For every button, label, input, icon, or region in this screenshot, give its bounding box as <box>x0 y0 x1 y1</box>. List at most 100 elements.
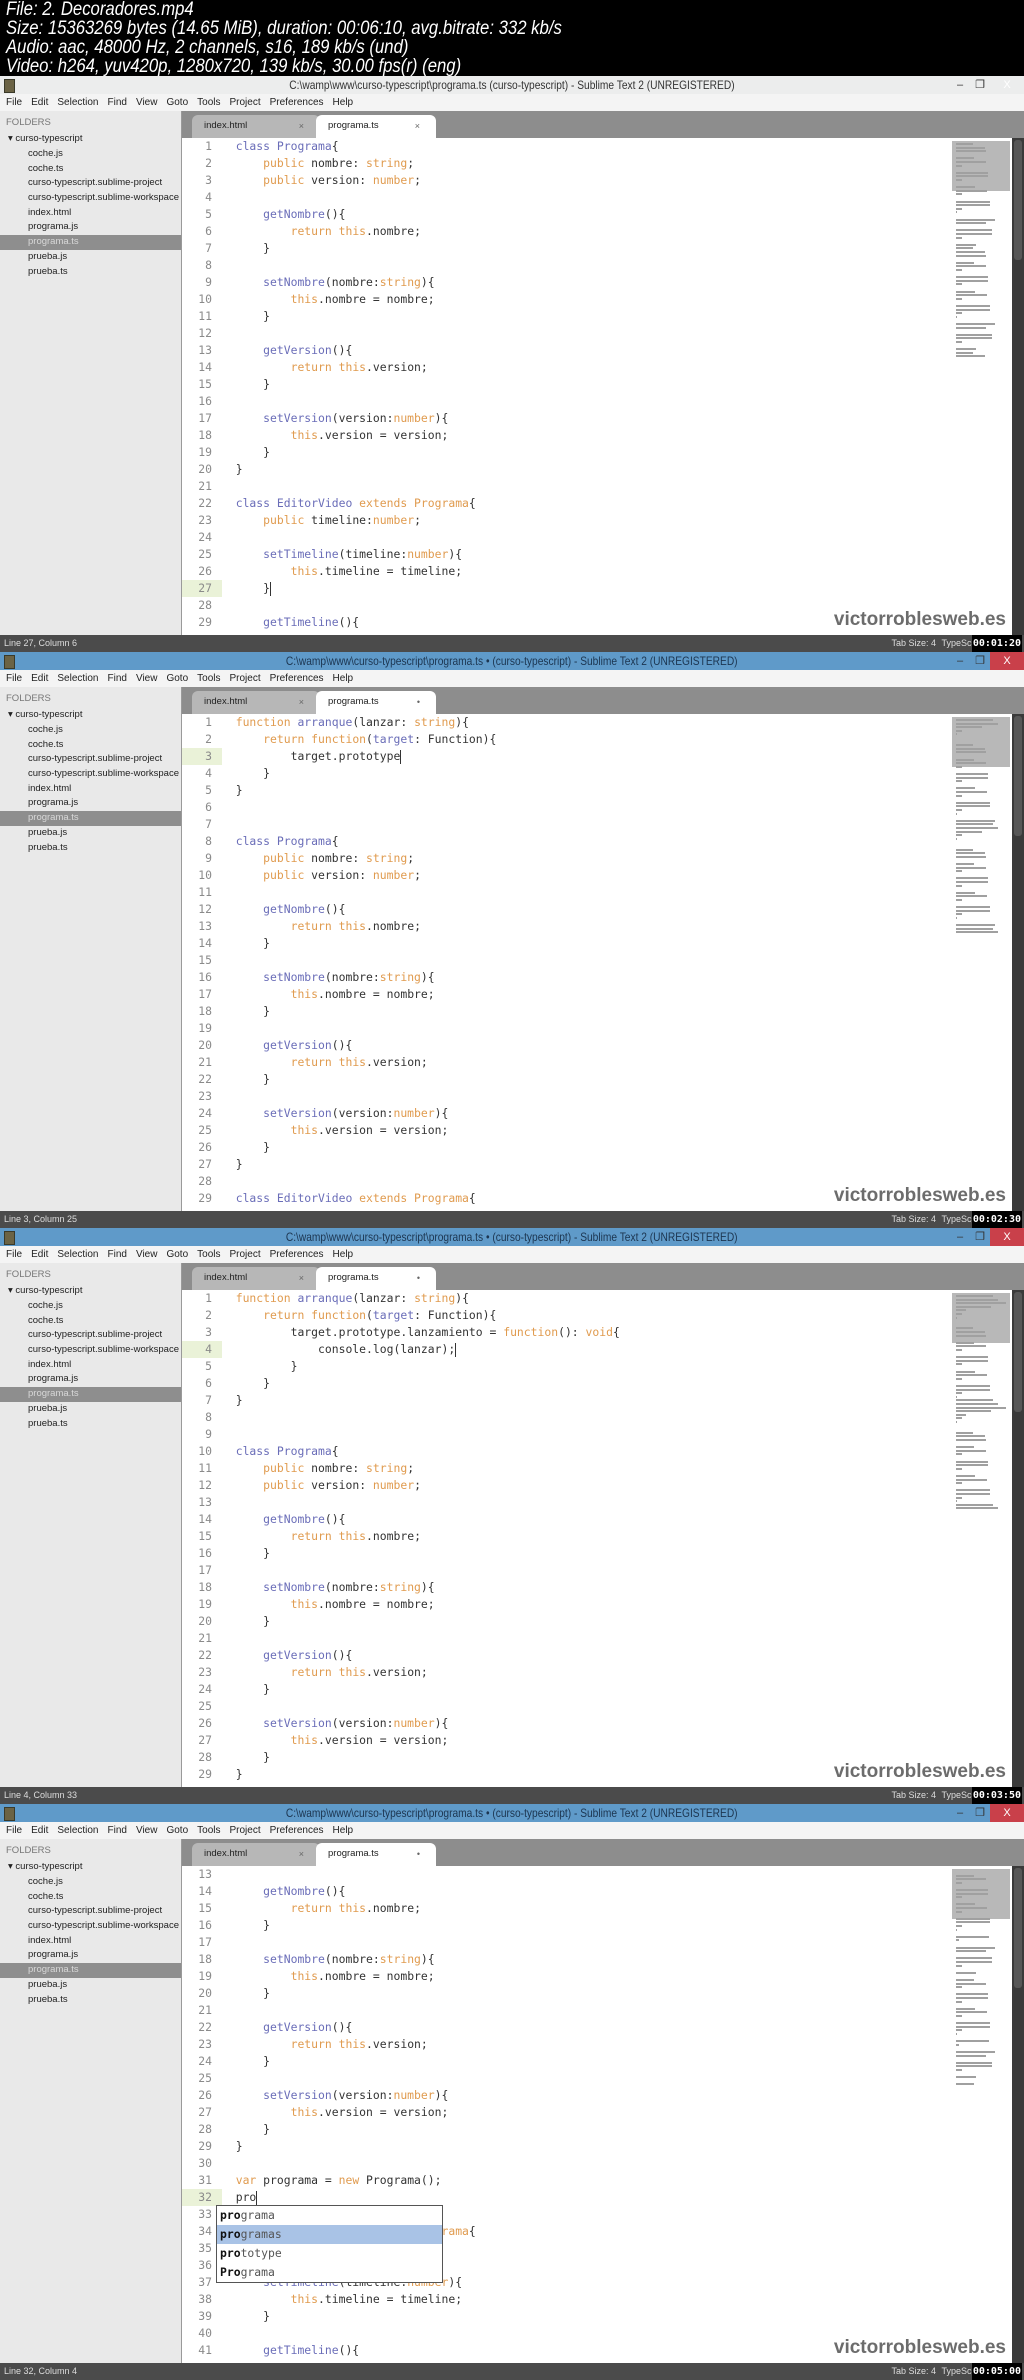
scrollbar[interactable] <box>1012 1866 1024 2363</box>
close-button[interactable]: X <box>990 76 1024 94</box>
sidebar-file[interactable]: coche.ts <box>0 1890 181 1905</box>
menu-file[interactable]: File <box>6 1246 22 1263</box>
sidebar-file[interactable]: prueba.ts <box>0 841 181 856</box>
menu-preferences[interactable]: Preferences <box>270 670 324 687</box>
scrollbar[interactable] <box>1012 1290 1024 1787</box>
menu-edit[interactable]: Edit <box>31 1822 48 1839</box>
folder-curso-typescript[interactable]: ▾ curso-typescript <box>8 709 181 723</box>
sidebar-file[interactable]: curso-typescript.sublime-workspace <box>0 191 181 206</box>
sidebar-file[interactable]: index.html <box>0 1934 181 1949</box>
sidebar-file[interactable]: programa.ts <box>0 811 181 826</box>
sidebar-file[interactable]: prueba.js <box>0 1402 181 1417</box>
scrollbar[interactable] <box>1012 714 1024 1211</box>
tab-close-icon[interactable]: × <box>299 1267 304 1289</box>
scrollbar-thumb[interactable] <box>1014 140 1022 260</box>
tab-programa-ts[interactable]: programa.ts • <box>316 1267 436 1290</box>
minimap[interactable] <box>952 141 1010 371</box>
scrollbar[interactable] <box>1012 138 1024 635</box>
menu-file[interactable]: File <box>6 670 22 687</box>
menu-view[interactable]: View <box>136 1246 158 1263</box>
restore-button[interactable]: ❐ <box>970 1804 990 1822</box>
menu-find[interactable]: Find <box>108 1246 127 1263</box>
menu-goto[interactable]: Goto <box>166 670 188 687</box>
sidebar-file[interactable]: prueba.ts <box>0 1993 181 2008</box>
menu-file[interactable]: File <box>6 1822 22 1839</box>
minimap[interactable] <box>952 1869 1010 2099</box>
sidebar-file[interactable]: coche.js <box>0 147 181 162</box>
restore-button[interactable]: ❐ <box>970 76 990 94</box>
tab-modified-icon[interactable]: × <box>415 115 420 137</box>
tab-close-icon[interactable]: × <box>299 691 304 713</box>
code-area[interactable]: 1 function arranque(lanzar: string){2 re… <box>182 1290 1024 1787</box>
scrollbar-thumb[interactable] <box>1014 1292 1022 1412</box>
folder-curso-typescript[interactable]: ▾ curso-typescript <box>8 133 181 147</box>
minimize-button[interactable]: ‒ <box>950 1228 970 1246</box>
sidebar-file[interactable]: index.html <box>0 206 181 221</box>
tab-index-html[interactable]: index.html × <box>192 691 320 714</box>
sidebar-file[interactable]: coche.js <box>0 1875 181 1890</box>
menu-tools[interactable]: Tools <box>197 94 220 111</box>
menu-find[interactable]: Find <box>108 670 127 687</box>
folder-curso-typescript[interactable]: ▾ curso-typescript <box>8 1861 181 1875</box>
sidebar-file[interactable]: programa.js <box>0 1948 181 1963</box>
menu-goto[interactable]: Goto <box>166 94 188 111</box>
sidebar-file[interactable]: programa.js <box>0 1372 181 1387</box>
menu-edit[interactable]: Edit <box>31 94 48 111</box>
menu-find[interactable]: Find <box>108 94 127 111</box>
sidebar-file[interactable]: curso-typescript.sublime-workspace <box>0 1919 181 1934</box>
close-button[interactable]: X <box>990 1228 1024 1246</box>
menu-project[interactable]: Project <box>230 1822 261 1839</box>
minimize-button[interactable]: ‒ <box>950 76 970 94</box>
sidebar-file[interactable]: programa.js <box>0 220 181 235</box>
tab-programa-ts[interactable]: programa.ts × <box>316 115 436 138</box>
menu-preferences[interactable]: Preferences <box>270 1822 324 1839</box>
autocomplete-popup[interactable]: programa programas prototype Programa <box>216 2205 443 2283</box>
menu-goto[interactable]: Goto <box>166 1822 188 1839</box>
sidebar-file[interactable]: coche.ts <box>0 162 181 177</box>
sidebar-file[interactable]: prueba.js <box>0 826 181 841</box>
sidebar-file[interactable]: curso-typescript.sublime-project <box>0 1904 181 1919</box>
sidebar-file[interactable]: programa.ts <box>0 1387 181 1402</box>
tab-modified-icon[interactable]: • <box>417 1843 420 1865</box>
sidebar-file[interactable]: curso-typescript.sublime-workspace <box>0 1343 181 1358</box>
menu-preferences[interactable]: Preferences <box>270 94 324 111</box>
menu-project[interactable]: Project <box>230 670 261 687</box>
scrollbar-thumb[interactable] <box>1014 716 1022 836</box>
menu-tools[interactable]: Tools <box>197 1822 220 1839</box>
tab-close-icon[interactable]: × <box>299 115 304 137</box>
menu-selection[interactable]: Selection <box>57 670 98 687</box>
menu-help[interactable]: Help <box>333 670 354 687</box>
sidebar-file[interactable]: index.html <box>0 1358 181 1373</box>
minimize-button[interactable]: ‒ <box>950 652 970 670</box>
menu-help[interactable]: Help <box>333 94 354 111</box>
menu-find[interactable]: Find <box>108 1822 127 1839</box>
tab-index-html[interactable]: index.html × <box>192 115 320 138</box>
tab-index-html[interactable]: index.html × <box>192 1843 320 1866</box>
menu-selection[interactable]: Selection <box>57 1822 98 1839</box>
minimap[interactable] <box>952 717 1010 947</box>
tab-close-icon[interactable]: × <box>299 1843 304 1865</box>
menu-tools[interactable]: Tools <box>197 1246 220 1263</box>
sidebar-file[interactable]: programa.ts <box>0 1963 181 1978</box>
autocomplete-option[interactable]: programas <box>217 2225 442 2244</box>
scrollbar-thumb[interactable] <box>1014 1868 1022 1988</box>
minimap[interactable] <box>952 1293 1010 1523</box>
close-button[interactable]: X <box>990 1804 1024 1822</box>
tab-size[interactable]: Tab Size: 4 <box>891 635 936 652</box>
menu-preferences[interactable]: Preferences <box>270 1246 324 1263</box>
autocomplete-option[interactable]: Programa <box>217 2263 442 2282</box>
sidebar-file[interactable]: coche.js <box>0 1299 181 1314</box>
sidebar-file[interactable]: curso-typescript.sublime-project <box>0 176 181 191</box>
menu-selection[interactable]: Selection <box>57 1246 98 1263</box>
sidebar-file[interactable]: curso-typescript.sublime-workspace <box>0 767 181 782</box>
menu-help[interactable]: Help <box>333 1822 354 1839</box>
sidebar-file[interactable]: prueba.ts <box>0 265 181 280</box>
menu-file[interactable]: File <box>6 94 22 111</box>
menu-project[interactable]: Project <box>230 1246 261 1263</box>
restore-button[interactable]: ❐ <box>970 1228 990 1246</box>
code-area[interactable]: 1 function arranque(lanzar: string){2 re… <box>182 714 1024 1211</box>
tab-programa-ts[interactable]: programa.ts • <box>316 691 436 714</box>
tab-size[interactable]: Tab Size: 4 <box>891 2363 936 2380</box>
menu-view[interactable]: View <box>136 670 158 687</box>
tab-modified-icon[interactable]: • <box>417 691 420 713</box>
